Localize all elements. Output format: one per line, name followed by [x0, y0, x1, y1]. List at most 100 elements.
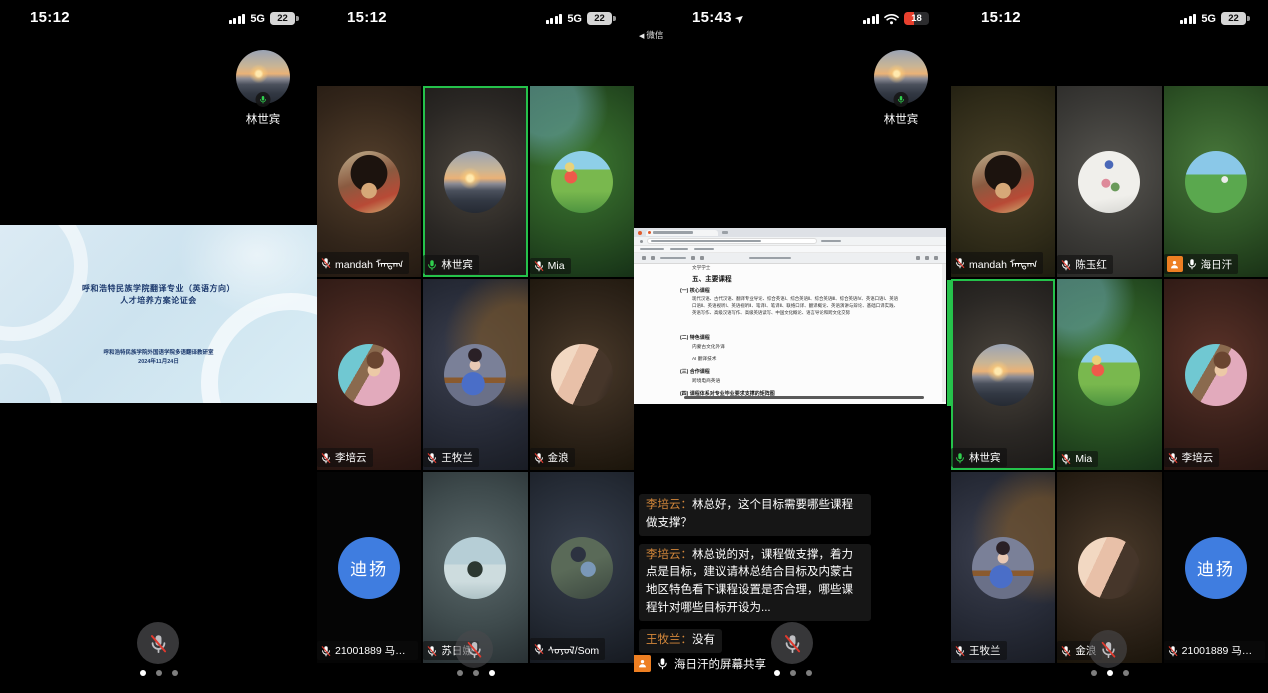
avatar	[551, 151, 613, 213]
bookmarks-bar	[634, 246, 946, 253]
panel-grid-view-a: 15:12 5G 22 mandah ᠮᠠᠨᠳᠠᠬ 林世宾	[317, 0, 634, 693]
document-section-label: (一) 核心课程	[680, 287, 710, 294]
participant-name: 陈玉红	[1075, 257, 1107, 272]
status-icons: 5G 22	[1180, 12, 1246, 25]
participant-name: mandah ᠮᠠᠨᠳᠠᠬ	[335, 254, 403, 272]
mute-toggle-button[interactable]	[455, 630, 493, 668]
name-chip: 王牧兰	[423, 448, 479, 467]
mute-toggle-button[interactable]	[771, 622, 813, 664]
name-chip: 李培云	[317, 448, 373, 467]
participant-tile[interactable]: mandah ᠮᠠᠨᠳᠠᠬ	[951, 86, 1055, 277]
participant-name: mandah ᠮᠠᠨᠳᠠᠬ	[969, 254, 1037, 272]
participant-tile[interactable]: ᠰᠤᠶᠤᠯ/Som	[530, 472, 634, 663]
name-chip: 王牧兰	[951, 641, 1007, 660]
mic-muted-icon	[1060, 645, 1072, 657]
participant-tile[interactable]: 李培云	[317, 279, 421, 470]
participant-name: 海日汗	[1201, 257, 1233, 272]
horizontal-scrollbar[interactable]	[684, 396, 924, 399]
participant-tile[interactable]: Mia	[1057, 279, 1161, 470]
chat-sender: 李培云：	[646, 549, 692, 561]
participant-tile[interactable]: 金浪	[530, 279, 634, 470]
avatar: 迪扬	[338, 537, 400, 599]
back-to-app-link[interactable]: ◀微信	[639, 29, 663, 41]
mic-badge	[894, 92, 909, 107]
mic-muted-icon	[320, 645, 332, 657]
participant-tile[interactable]: 王牧兰	[951, 472, 1055, 663]
cellular-signal-icon	[1180, 13, 1197, 24]
mute-toggle-button[interactable]	[1089, 630, 1127, 668]
browser-tab	[646, 230, 718, 236]
avatar	[444, 344, 506, 406]
chat-sender: 王牧兰：	[646, 634, 692, 646]
status-icons: 5G 22	[229, 12, 295, 25]
chat-text: 没有	[692, 634, 715, 646]
participant-tile-active-speaker[interactable]: 林世宾	[423, 86, 527, 277]
avatar	[1185, 344, 1247, 406]
participant-tile-active-speaker[interactable]: 林世宾	[951, 279, 1055, 470]
status-icons: 18	[863, 12, 930, 25]
participant-tile[interactable]: 李培云	[1164, 279, 1268, 470]
participant-tile[interactable]: 陈玉红	[1057, 86, 1161, 277]
name-chip: ᠰᠤᠶᠤᠯ/Som	[530, 638, 606, 660]
name-chip: 金浪	[530, 448, 575, 467]
battery-low-icon: 18	[904, 12, 929, 25]
avatar	[551, 344, 613, 406]
active-speaker-thumbnail[interactable]: 林世宾	[225, 50, 301, 127]
page-indicator[interactable]	[457, 670, 495, 676]
document-paragraph: 现代汉语、古代汉语、翻译专业导论、综合英语Ⅰ、综合英语Ⅱ、综合英语Ⅲ、综合英语Ⅳ…	[692, 295, 898, 316]
mic-live-icon	[426, 259, 438, 271]
participant-tile[interactable]: 迪扬 21001889 马迪扬	[1164, 472, 1268, 663]
panel-slide-view: 15:12 5G 22 林世宾 呼和浩特民族学院翻译专业（英语方向） 人才培养方…	[0, 0, 317, 693]
cellular-signal-icon	[546, 13, 563, 24]
participant-tile-presenter[interactable]: 海日汗	[1164, 86, 1268, 277]
back-triangle-icon: ◀	[639, 33, 644, 40]
cellular-signal-icon	[863, 13, 880, 24]
page-indicator[interactable]	[1091, 670, 1129, 676]
participant-grid: mandah ᠮᠠᠨᠳᠠᠬ 林世宾 Mia	[317, 86, 634, 663]
active-speaker-thumbnail[interactable]: 林世宾	[863, 50, 939, 127]
shared-screen-document[interactable]: 文学学士 五、主要课程 (一) 核心课程 现代汉语、古代汉语、翻译专业导论、综合…	[634, 228, 946, 404]
participant-tile[interactable]: 迪扬 21001889 马迪扬	[317, 472, 421, 663]
document-item: 跨境电商英语	[692, 378, 720, 384]
document-section-label: (三) 合作课程	[680, 368, 710, 375]
participant-name: 林世宾	[441, 257, 473, 272]
shared-slide[interactable]: 呼和浩特民族学院翻译专业（英语方向） 人才培养方案论证会 呼和浩特民族学院外国语…	[0, 225, 317, 403]
status-bar: 15:43➤ ◀微信 18	[634, 0, 951, 42]
name-chip: mandah ᠮᠠᠨᠳᠠᠬ	[951, 252, 1043, 274]
meeting-app-screens: 15:12 5G 22 林世宾 呼和浩特民族学院翻译专业（英语方向） 人才培养方…	[0, 0, 1268, 693]
avatar: 迪扬	[1185, 537, 1247, 599]
avatar	[1078, 537, 1140, 599]
chat-sender: 李培云：	[646, 499, 692, 511]
network-type-label: 5G	[567, 13, 582, 25]
slide-footer: 呼和浩特民族学院外国语学院多语翻译教研室 2024年11月24日	[0, 349, 317, 368]
avatar	[1185, 151, 1247, 213]
battery-icon: 22	[587, 12, 612, 25]
mic-muted-icon	[426, 452, 438, 464]
participant-grid: mandah ᠮᠠᠨᠳᠠᠬ 陈玉红 海日汗	[951, 86, 1268, 663]
participant-tile[interactable]: mandah ᠮᠠᠨᠳᠠᠬ	[317, 86, 421, 277]
participant-name: 21001889 马迪扬	[1182, 643, 1259, 658]
network-type-label: 5G	[250, 13, 265, 25]
document-item: AI 翻译技术	[692, 356, 716, 362]
mute-toggle-button[interactable]	[137, 622, 179, 664]
vertical-scrollbar[interactable]	[942, 264, 946, 402]
mic-muted-icon	[954, 257, 966, 269]
mic-live-icon	[954, 452, 966, 464]
screen-share-badge-icon	[634, 655, 651, 672]
screen-share-banner-text: 海日汗的屏幕共享	[674, 656, 766, 672]
share-border-highlight	[947, 280, 951, 406]
speaker-name: 林世宾	[246, 111, 281, 127]
participant-name: Mia	[548, 260, 565, 272]
status-icons: 5G 22	[546, 12, 612, 25]
page-indicator[interactable]	[140, 670, 178, 676]
participant-tile[interactable]: 王牧兰	[423, 279, 527, 470]
participant-tile[interactable]: Mia	[530, 86, 634, 277]
browser-tab-strip	[634, 228, 946, 237]
page-indicator[interactable]	[774, 670, 812, 676]
network-type-label: 5G	[1201, 13, 1216, 25]
name-chip: Mia	[1057, 451, 1098, 467]
chat-message: 李培云：林总说的对，课程做支撑，着力点是目标，建议请林总结合目标及内蒙古地区特色…	[639, 544, 871, 621]
mic-muted-icon	[148, 633, 169, 654]
name-chip: 21001889 马迪扬	[317, 641, 418, 660]
avatar	[972, 537, 1034, 599]
